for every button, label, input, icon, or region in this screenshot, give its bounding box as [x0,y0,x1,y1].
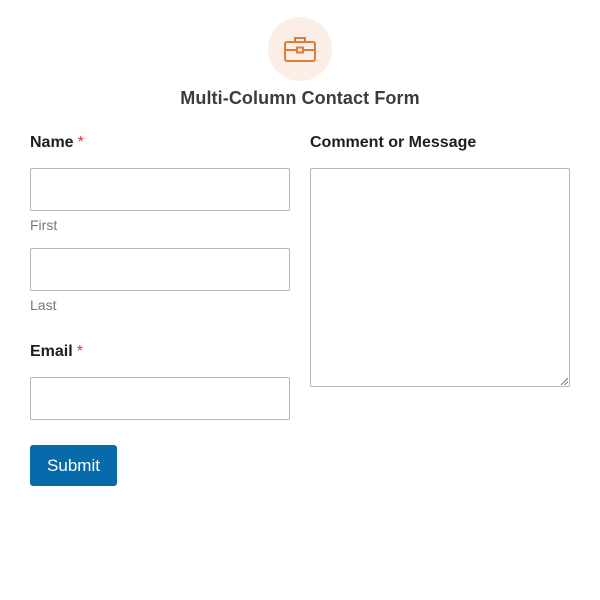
email-input[interactable] [30,377,290,420]
first-name-input[interactable] [30,168,290,211]
name-required-mark: * [77,134,84,151]
header-icon-badge [268,17,332,81]
first-name-sublabel: First [30,217,58,233]
name-label-text: Name [30,134,74,151]
last-name-sublabel: Last [30,297,57,313]
name-label: Name * [30,134,84,152]
message-label: Comment or Message [310,134,477,151]
form-title: Multi-Column Contact Form [180,88,420,108]
last-name-input[interactable] [30,248,290,291]
email-label: Email * [30,343,83,361]
contact-form-page: Multi-Column Contact Form Name * First La… [0,0,600,600]
briefcase-icon [284,37,316,62]
email-label-text: Email [30,343,73,360]
message-textarea[interactable] [310,168,570,387]
resize-handle-icon[interactable] [560,377,568,385]
email-required-mark: * [76,343,83,360]
submit-button[interactable]: Submit [30,445,117,486]
